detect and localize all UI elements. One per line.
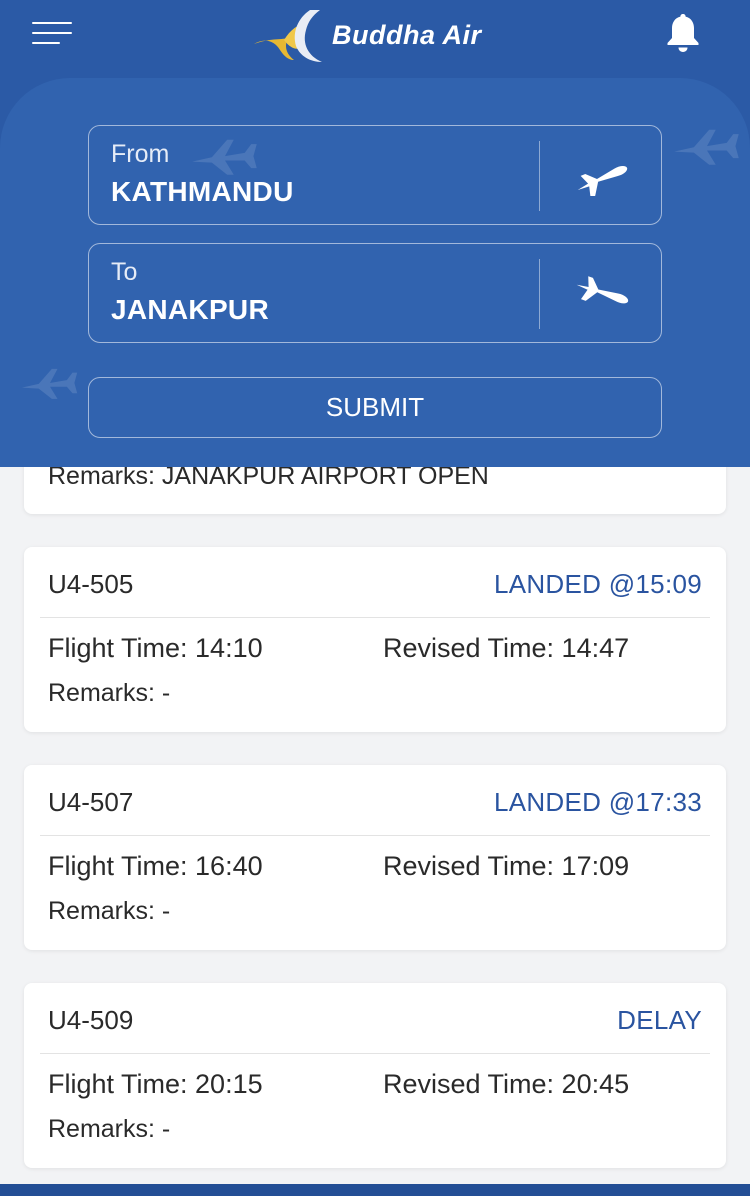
airplane-landing-icon: [576, 276, 629, 304]
flight-number: U4-505: [48, 569, 134, 599]
flight-status: LANDED @17:33: [493, 787, 702, 817]
card-divider: [40, 617, 710, 618]
brand-logo: Buddha Air: [250, 4, 482, 66]
revised-time: Revised Time: 20:45: [383, 1069, 630, 1099]
card-divider: [40, 835, 710, 836]
flight-remarks: Remarks: -: [48, 679, 171, 707]
hamburger-menu-icon-bar: [32, 42, 60, 44]
menu-button[interactable]: [32, 22, 72, 44]
flight-card-header: U4-505 LANDED @15:09: [48, 569, 702, 601]
from-divider: [539, 141, 540, 211]
bottom-navigation-bar: [0, 1184, 750, 1196]
hamburger-menu-icon: [32, 22, 72, 24]
flight-status: DELAY: [617, 1005, 702, 1035]
notifications-button[interactable]: [664, 12, 702, 54]
background-plane-icon: [674, 129, 739, 165]
card-divider: [40, 1053, 710, 1054]
app-header: Buddha Air From KATHMANDU To JANAKPUR SU…: [0, 0, 750, 467]
to-label: To: [111, 258, 138, 286]
flight-number: U4-509: [48, 1005, 134, 1035]
brand-name: Buddha Air: [332, 19, 482, 50]
to-value: JANAKPUR: [111, 294, 269, 325]
revised-time: Revised Time: 17:09: [383, 851, 630, 881]
revised-time: Revised Time: 14:47: [383, 633, 630, 663]
from-field[interactable]: From KATHMANDU: [88, 125, 662, 225]
flight-card[interactable]: U4-507 LANDED @17:33 Flight Time: 16:40 …: [24, 765, 726, 950]
flight-time: Flight Time: 14:10: [48, 633, 263, 663]
hamburger-menu-icon-bar: [32, 32, 72, 34]
from-label: From: [111, 140, 170, 168]
from-value: KATHMANDU: [111, 176, 294, 207]
flight-remarks: Remarks: -: [48, 897, 171, 925]
airplane-takeoff-icon: [577, 166, 628, 196]
background-plane-icon: [21, 368, 78, 399]
flight-status: LANDED @15:09: [493, 569, 702, 599]
flight-remarks: Remarks: -: [48, 1115, 171, 1143]
flight-card[interactable]: U4-505 LANDED @15:09 Flight Time: 14:10 …: [24, 547, 726, 732]
bell-icon: [667, 14, 699, 52]
flight-time: Flight Time: 16:40: [48, 851, 263, 881]
submit-button[interactable]: SUBMIT: [88, 377, 662, 438]
flight-time: Flight Time: 20:15: [48, 1069, 263, 1099]
flight-card-header: U4-509 DELAY: [48, 1005, 702, 1037]
to-field[interactable]: To JANAKPUR: [88, 243, 662, 343]
flight-card[interactable]: U4-509 DELAY Flight Time: 20:15 Revised …: [24, 983, 726, 1168]
to-divider: [539, 259, 540, 329]
flight-card-header: U4-507 LANDED @17:33: [48, 787, 702, 819]
flight-number: U4-507: [48, 787, 134, 817]
buddha-air-logo-icon: [254, 10, 322, 62]
